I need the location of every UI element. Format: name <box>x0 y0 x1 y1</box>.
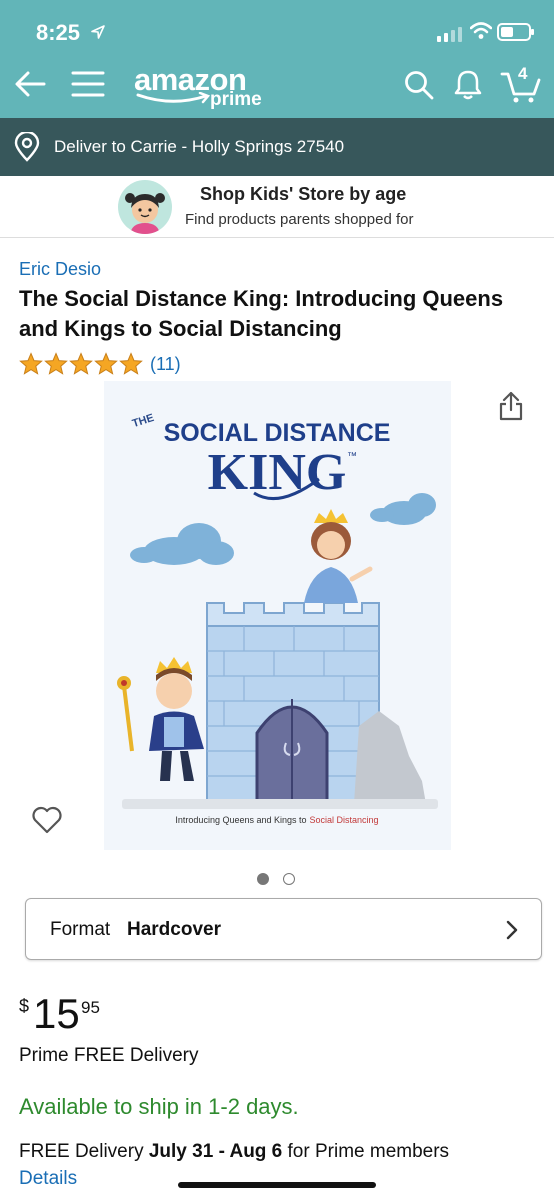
price-currency: $ <box>19 996 30 1016</box>
pager-dot[interactable] <box>283 873 295 885</box>
wifi-icon <box>470 22 492 39</box>
logo-prime: prime <box>210 89 262 110</box>
app-header: amazon prime 4 <box>0 60 554 118</box>
cover-the: THE <box>131 412 156 430</box>
author-link[interactable]: Eric Desio <box>19 259 101 280</box>
menu-icon[interactable] <box>71 70 105 98</box>
heart-icon[interactable] <box>32 806 62 834</box>
delivery-address: Deliver to Carrie - Holly Springs 27540 <box>54 137 345 156</box>
cover-title-line: SOCIAL DISTANCE <box>164 419 391 447</box>
status-time: 8:25 <box>36 20 81 45</box>
search-icon[interactable] <box>404 70 434 100</box>
format-label: Format <box>50 919 111 940</box>
location-pin-icon <box>14 132 40 162</box>
status-bar: 8:25 <box>0 0 554 60</box>
kids-banner-subtitle: Find products parents shopped for <box>185 211 414 228</box>
castle <box>206 602 380 806</box>
product-image[interactable]: THE SOCIAL DISTANCE KING ™ Introducing Q… <box>104 381 451 850</box>
share-icon[interactable] <box>498 391 524 421</box>
kids-banner-title: Shop Kids' Store by age <box>200 184 407 204</box>
cover-king: KING <box>208 444 347 501</box>
cell-signal-icon <box>437 27 462 42</box>
back-arrow-icon[interactable] <box>14 70 46 98</box>
availability-text: Available to ship in 1-2 days. <box>19 1094 299 1119</box>
bell-icon[interactable] <box>454 69 482 101</box>
cloud-left <box>130 523 234 565</box>
prime-delivery-text: Prime FREE Delivery <box>19 1045 199 1066</box>
star-icon <box>44 352 68 375</box>
chevron-right-icon <box>506 920 518 940</box>
star-icon <box>119 352 143 375</box>
delivery-dates: July 31 - Aug 6 <box>148 1141 283 1162</box>
princess-illustration <box>304 509 373 603</box>
product-title: The Social Distance King: Introducing Qu… <box>19 286 504 341</box>
home-indicator[interactable] <box>178 1182 376 1188</box>
star-icon <box>94 352 118 375</box>
smile-arrow-icon <box>136 92 211 104</box>
price-whole: 15 <box>33 990 80 1037</box>
cloud-right <box>370 493 436 525</box>
kids-store-banner[interactable]: Shop Kids' Store by age Find products pa… <box>0 176 554 238</box>
details-link[interactable]: Details <box>19 1168 77 1190</box>
amazon-prime-logo[interactable]: amazon prime <box>134 62 262 110</box>
rating-count[interactable]: (11) <box>150 354 181 375</box>
star-icon <box>19 352 43 375</box>
kid-avatar <box>118 180 172 234</box>
image-pager[interactable] <box>257 873 295 885</box>
format-value: Hardcover <box>127 919 221 940</box>
delivery-location-bar[interactable]: Deliver to Carrie - Holly Springs 27540 <box>0 118 554 176</box>
location-arrow-icon <box>91 25 105 39</box>
pager-dot-active[interactable] <box>257 873 269 885</box>
star-rating[interactable]: (11) <box>19 352 181 376</box>
price-fraction: 95 <box>81 998 100 1017</box>
cover-caption: Introducing Queens and Kings to Social Di… <box>175 815 378 825</box>
king-illustration <box>117 657 204 781</box>
free-delivery-text: FREE Delivery July 31 - Aug 6 for Prime … <box>19 1141 450 1162</box>
cover-tm: ™ <box>347 451 357 462</box>
battery-icon <box>497 23 534 41</box>
format-selector[interactable]: Format Hardcover <box>25 898 542 960</box>
cart-count-badge: 4 <box>518 64 528 83</box>
star-icon <box>69 352 93 375</box>
